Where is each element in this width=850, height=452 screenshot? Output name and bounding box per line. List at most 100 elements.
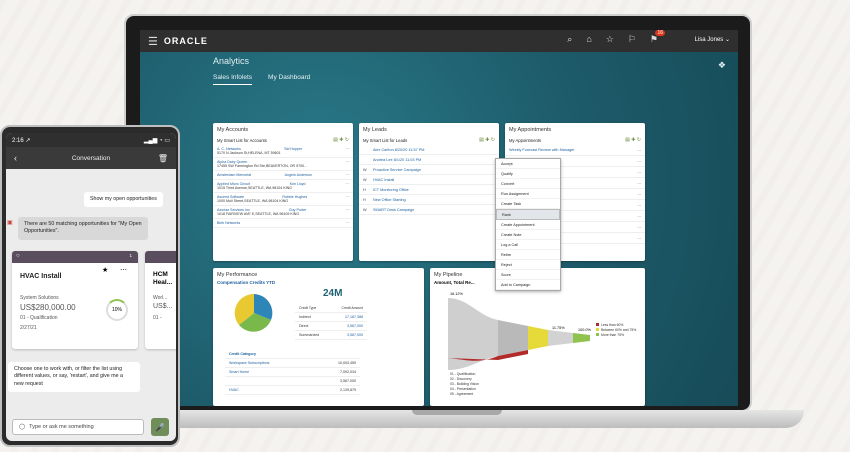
more-icon[interactable]: ⋯ xyxy=(637,203,641,208)
credit-amount[interactable]: 3,567,000 xyxy=(347,333,363,337)
more-icon[interactable]: ⋯ xyxy=(637,236,641,241)
menu-item[interactable]: Convert xyxy=(496,179,560,189)
more-icon[interactable]: ⋯ xyxy=(637,192,641,197)
home-icon[interactable]: ⌂ xyxy=(586,34,591,45)
account-row[interactable]: A. C. Networks Sid Hopper ⋯ 5170 N Jackson … xyxy=(213,145,353,158)
account-contact[interactable]: Sid Hopper xyxy=(284,147,302,151)
menu-item[interactable]: Add to Campaign xyxy=(496,280,560,290)
appointments-list-select[interactable]: My Appointments xyxy=(509,138,541,143)
trash-icon[interactable]: 🗑 xyxy=(158,154,168,163)
tab-sales-infolets[interactable]: Sales Infolets xyxy=(213,74,253,85)
lead-name[interactable]: New Office Starting xyxy=(373,198,406,202)
category-name[interactable]: Workspace Subscriptions xyxy=(229,361,269,365)
lead-name[interactable]: HVAC Install xyxy=(373,178,394,182)
menu-item[interactable]: Qualify xyxy=(496,169,560,179)
credit-type-table: Credit Type Credit Amount Indirect 17,187,… xyxy=(295,304,367,340)
back-icon[interactable]: ‹ xyxy=(14,153,17,163)
appointments-toolbar-icons[interactable]: ▤ ✚ ↻ xyxy=(625,137,641,143)
more-icon[interactable]: ⋯ xyxy=(637,170,641,175)
category-row: Smart Home 7,092,034 xyxy=(225,368,360,377)
lead-row[interactable]: Andrea Lee 8/1/20 11:03 PM xyxy=(359,155,499,165)
menu-item[interactable]: Accept xyxy=(496,159,560,169)
flag-icon[interactable]: ⚐ xyxy=(628,34,636,45)
more-icon[interactable]: ⋯ xyxy=(120,266,127,274)
account-name[interactable]: Bieb Networks xyxy=(217,221,240,225)
lead-row[interactable]: H ICT Monitoring Office xyxy=(359,185,499,195)
star-icon[interactable]: ☆ xyxy=(606,34,614,45)
lead-name[interactable]: Alex Carlton 8/20/20 11:57 PM xyxy=(373,148,424,152)
legend-swatch xyxy=(596,328,599,332)
more-icon[interactable]: ⋯ xyxy=(637,159,641,164)
account-name[interactable]: Amsterdam Memorial xyxy=(217,173,251,177)
account-contact[interactable]: Kim Lloyd xyxy=(290,182,306,186)
more-icon[interactable]: ⋯ xyxy=(345,160,349,164)
opportunity-card-2[interactable]: HCM Heal... Worl... US$... 01 - xyxy=(145,251,176,349)
menu-item[interactable]: Run Assignment xyxy=(496,189,560,199)
opportunity-card-2-header xyxy=(145,251,176,263)
account-contact[interactable]: Angelo Anderson xyxy=(285,173,312,177)
lead-row[interactable]: Alex Carlton 8/20/20 11:57 PM xyxy=(359,145,499,155)
leads-list-select[interactable]: My Smart List for Leads xyxy=(363,138,407,143)
lead-name[interactable]: Proactive Service Campaign xyxy=(373,168,421,172)
lead-row[interactable]: W HVAC Install xyxy=(359,175,499,185)
menu-item[interactable]: Create Task xyxy=(496,199,560,209)
message-input[interactable]: ◯ Type or ask me something xyxy=(12,419,144,435)
credit-amount[interactable]: 17,187,388 xyxy=(345,315,363,319)
menu-item[interactable]: Rank xyxy=(496,209,560,220)
opportunity-card[interactable]: ○ 1 HVAC Install ★ ⋯ System Solutions US… xyxy=(12,251,138,349)
legend-swatch xyxy=(596,333,599,337)
funnel-agreement xyxy=(573,333,590,343)
account-row-line: Bieb Networks ⋯ xyxy=(217,221,349,225)
appointment-row[interactable]: Weekly Forecast Review with Manager ⋯ xyxy=(505,145,645,156)
tab-my-dashboard[interactable]: My Dashboard xyxy=(268,74,310,85)
accounts-toolbar-icons[interactable]: ▤ ✚ ↻ xyxy=(333,137,349,143)
accounts-list-select[interactable]: My Smart List for Accounts xyxy=(217,138,267,143)
microphone-button[interactable]: 🎤 xyxy=(151,418,169,436)
account-row[interactable]: Azurian Services Inc Guy Porter ⋯ 1018 FAIR… xyxy=(213,206,353,219)
accounts-title: My Accounts xyxy=(217,127,249,133)
menu-item[interactable]: Score xyxy=(496,270,560,280)
menu-item[interactable]: Create Note xyxy=(496,230,560,240)
settings-icon[interactable]: ❖ xyxy=(718,60,726,71)
lead-name[interactable]: Andrea Lee 8/1/20 11:03 PM xyxy=(373,158,421,162)
more-icon[interactable]: ⋯ xyxy=(345,221,349,225)
menu-item[interactable]: Reject xyxy=(496,260,560,270)
laptop-frame: ☰ ORACLE ⌕ ⌂ ☆ ⚐ ⚑ 16 Lisa Jones ⌄ Analyt… xyxy=(124,14,752,412)
user-menu[interactable]: Lisa Jones ⌄ xyxy=(695,36,730,43)
more-icon[interactable]: ⋯ xyxy=(345,208,349,212)
lead-row[interactable]: W SMART Desk Campaign xyxy=(359,205,499,215)
leads-toolbar-icons[interactable]: ▤ ✚ ↻ xyxy=(479,137,495,143)
more-icon[interactable]: ⋯ xyxy=(345,173,349,177)
more-icon[interactable]: ⋯ xyxy=(637,181,641,186)
radio-icon[interactable]: ○ xyxy=(16,253,20,259)
more-icon[interactable]: ⋯ xyxy=(345,147,349,151)
more-icon[interactable]: ⋯ xyxy=(345,195,349,199)
account-row[interactable]: Applied Micro Circuit Kim Lloyd ⋯ 1015 Thir… xyxy=(213,180,353,193)
menu-item[interactable]: Log a Call xyxy=(496,240,560,250)
category-name[interactable]: Smart Home xyxy=(229,370,249,374)
lead-name[interactable]: ICT Monitoring Office xyxy=(373,188,409,192)
lead-row[interactable]: W Proactive Service Campaign xyxy=(359,165,499,175)
category-row: 3,567,000 xyxy=(225,377,360,386)
notification-icon[interactable]: ⚑ 16 xyxy=(650,30,665,45)
pipeline-legend: Less than 60% Between 60% and 75% More tha… xyxy=(596,323,636,338)
more-icon[interactable]: ⋯ xyxy=(637,148,641,153)
more-icon[interactable]: ⋯ xyxy=(637,214,641,219)
credit-amount[interactable]: 3,567,000 xyxy=(347,324,363,328)
more-icon[interactable]: ⋯ xyxy=(345,182,349,186)
menu-item[interactable]: Create Appointment xyxy=(496,220,560,230)
account-row[interactable]: Alpha Dairy Queen ⋯ 17455 SW Farmington Rd… xyxy=(213,158,353,171)
search-icon[interactable]: ⌕ xyxy=(567,34,572,45)
lead-name[interactable]: SMART Desk Campaign xyxy=(373,208,414,212)
menu-item[interactable]: Retire xyxy=(496,250,560,260)
star-icon[interactable]: ★ xyxy=(102,266,108,274)
account-row[interactable]: Bieb Networks ⋯ xyxy=(213,219,353,228)
menu-icon[interactable]: ☰ xyxy=(148,35,158,48)
account-row[interactable]: Ascend Software Robbie Hughes ⋯ 1000 Mull S… xyxy=(213,193,353,206)
appointment-name[interactable]: Weekly Forecast Review with Manager xyxy=(509,148,575,153)
legend-swatch xyxy=(596,323,599,326)
lead-row[interactable]: H New Office Starting xyxy=(359,195,499,205)
more-icon[interactable]: ⋯ xyxy=(637,225,641,230)
account-row[interactable]: Amsterdam Memorial Angelo Anderson ⋯ xyxy=(213,171,353,180)
category-name[interactable]: HVAC xyxy=(229,388,239,392)
